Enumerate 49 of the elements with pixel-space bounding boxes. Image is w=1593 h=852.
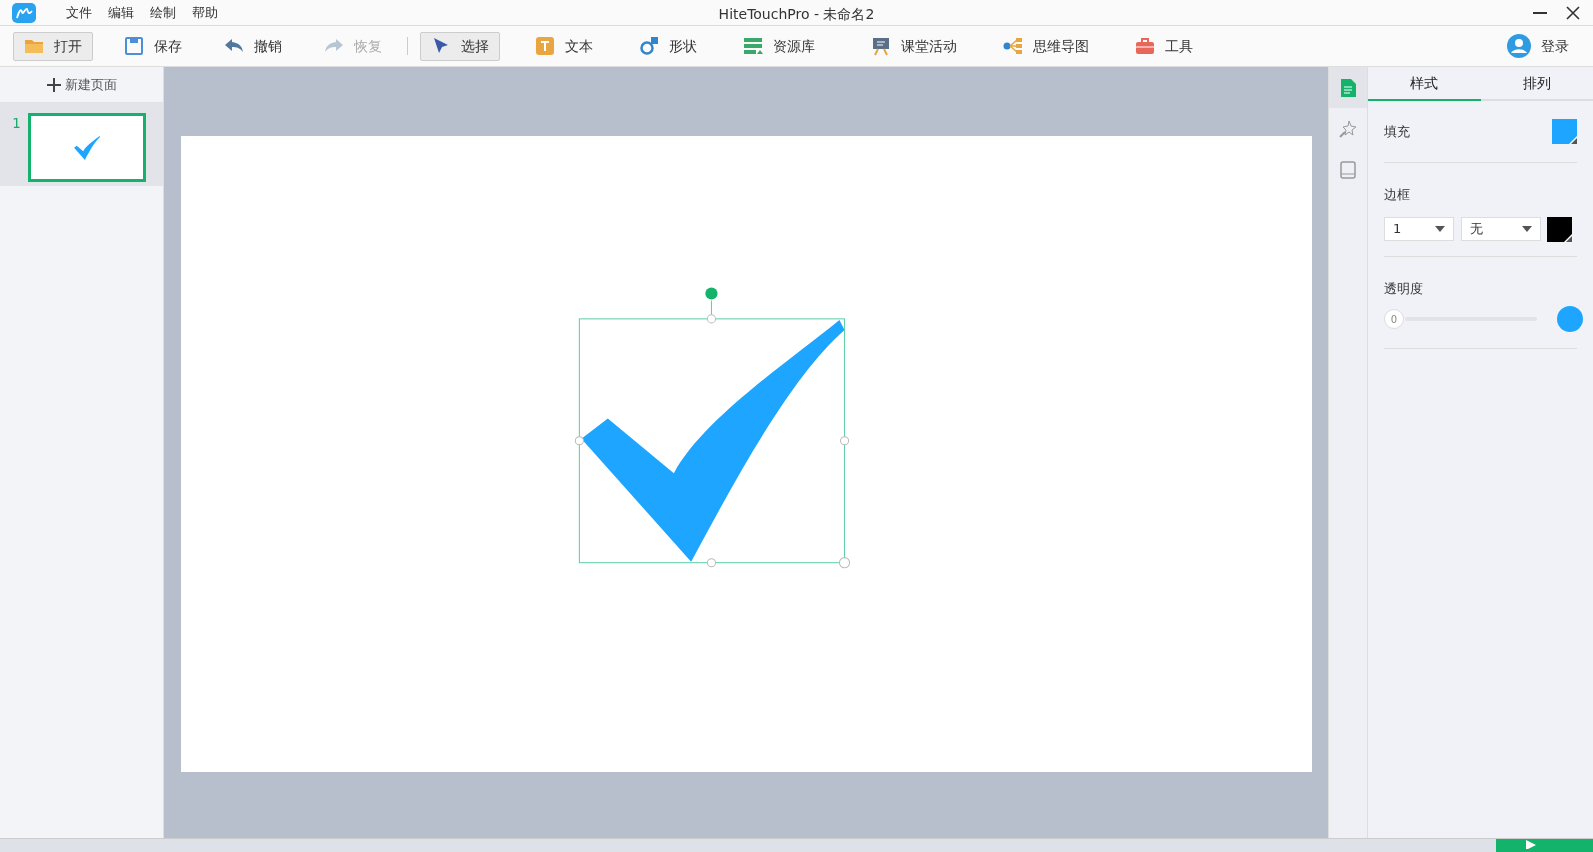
toolbox-icon bbox=[1135, 36, 1155, 56]
menu-item[interactable]: 绘制 bbox=[142, 2, 184, 23]
panel-tab[interactable]: 排列 bbox=[1480, 67, 1593, 101]
border-style-dropdown[interactable]: 无 bbox=[1460, 217, 1541, 241]
selection-frame[interactable] bbox=[574, 287, 851, 569]
user-avatar-icon bbox=[1507, 34, 1531, 58]
checkmark-shape[interactable] bbox=[581, 319, 845, 562]
undo-button[interactable]: 撤销 bbox=[213, 31, 293, 61]
panel-tab[interactable]: 样式 bbox=[1368, 67, 1481, 101]
open-button[interactable]: 打开 bbox=[13, 31, 93, 61]
menu-item[interactable]: 文件 bbox=[58, 2, 100, 23]
side-tab[interactable] bbox=[1329, 67, 1367, 108]
login-button[interactable]: 登录 bbox=[1496, 30, 1580, 62]
text-button[interactable]: 文本 bbox=[524, 31, 604, 61]
page-number: 1 bbox=[12, 114, 21, 133]
menu-item[interactable]: 帮助 bbox=[184, 2, 226, 23]
mindmap-button[interactable]: 思维导图 bbox=[992, 31, 1100, 61]
select-button[interactable]: 选择 bbox=[420, 31, 500, 61]
library-button[interactable]: 资源库 bbox=[732, 31, 826, 61]
play-button[interactable] bbox=[1496, 839, 1593, 852]
window-title: HiteTouchPro - 未命名2 bbox=[718, 5, 875, 24]
menu-item[interactable]: 编辑 bbox=[100, 2, 142, 23]
caret-icon bbox=[1435, 226, 1445, 232]
opacity-label: 透明度 bbox=[1384, 279, 1424, 298]
border-color-swatch[interactable] bbox=[1547, 216, 1572, 242]
plus-icon bbox=[46, 77, 61, 92]
save-button[interactable]: 保存 bbox=[113, 31, 193, 61]
fill-label: 填充 bbox=[1384, 122, 1410, 141]
slider-thumb[interactable]: 0 bbox=[1384, 309, 1404, 329]
fill-color-swatch[interactable] bbox=[1552, 119, 1577, 144]
save-icon bbox=[124, 36, 144, 56]
border-width-dropdown[interactable]: 1 bbox=[1384, 217, 1454, 241]
minimize-icon[interactable] bbox=[1532, 11, 1547, 14]
easel-icon bbox=[871, 36, 891, 56]
close-icon[interactable] bbox=[1566, 5, 1580, 20]
shape-button[interactable]: 形状 bbox=[628, 31, 708, 61]
border-label: 边框 bbox=[1384, 186, 1411, 204]
caret-icon bbox=[1521, 226, 1532, 232]
activity-button[interactable]: 课堂活动 bbox=[860, 31, 968, 61]
magic-wand-icon bbox=[1338, 118, 1358, 139]
book-icon bbox=[1338, 159, 1358, 180]
database-icon bbox=[743, 36, 763, 56]
shapes-icon bbox=[639, 36, 659, 56]
mindmap-icon bbox=[1003, 36, 1023, 56]
document-icon bbox=[1338, 77, 1358, 98]
checkmark-icon bbox=[73, 135, 102, 160]
text-icon bbox=[535, 36, 555, 56]
tools-button[interactable]: 工具 bbox=[1124, 31, 1204, 61]
page-thumbnail[interactable] bbox=[28, 113, 147, 182]
